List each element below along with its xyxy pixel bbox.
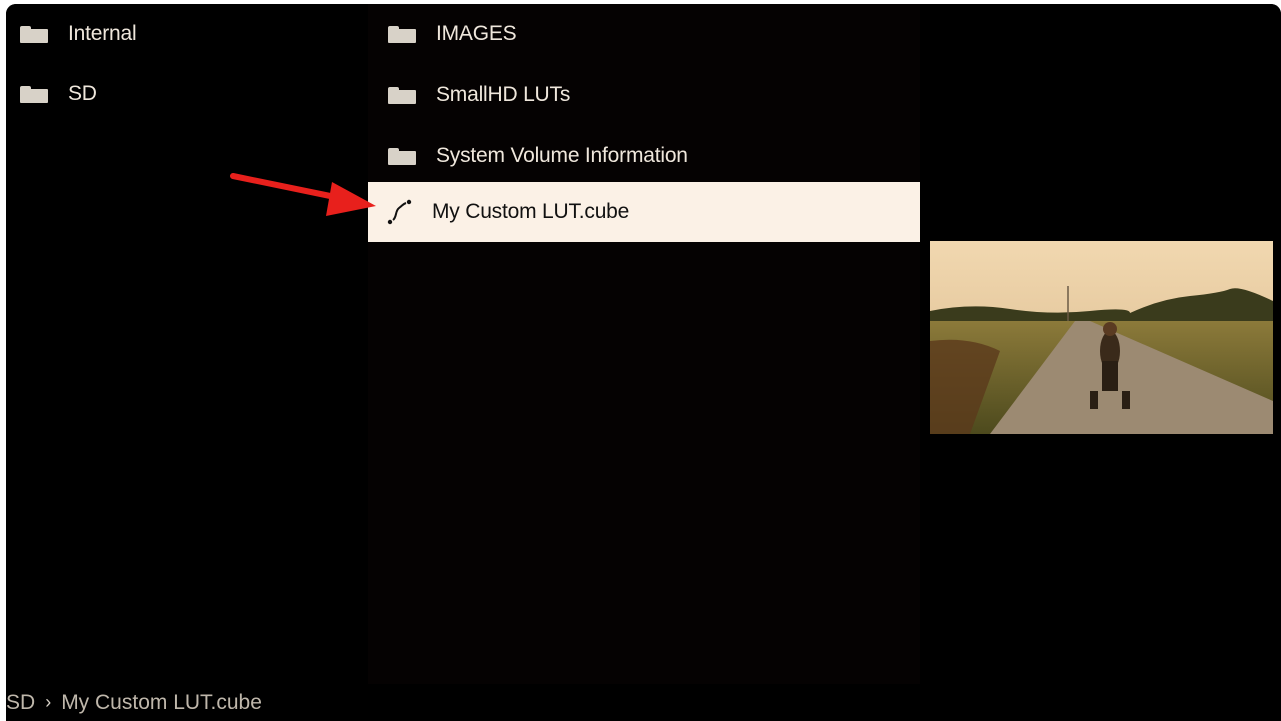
file-label: My Custom LUT.cube <box>432 200 630 223</box>
folder-sd[interactable]: SD <box>20 64 360 124</box>
folder-icon <box>20 25 48 43</box>
folder-system-volume-information[interactable]: System Volume Information <box>388 126 908 186</box>
folder-internal[interactable]: Internal <box>20 4 360 64</box>
folder-label: IMAGES <box>436 22 517 45</box>
folder-label: System Volume Information <box>436 144 688 167</box>
folder-icon <box>20 85 48 103</box>
folder-icon <box>388 86 416 104</box>
file-my-custom-lut[interactable]: My Custom LUT.cube <box>368 182 920 242</box>
breadcrumb: SD › My Custom LUT.cube <box>6 684 1281 721</box>
folder-label: SD <box>68 82 97 105</box>
folder-label: Internal <box>68 22 137 45</box>
folder-images[interactable]: IMAGES <box>388 4 908 64</box>
chevron-right-icon: › <box>45 692 52 712</box>
middle-pane: IMAGES SmallHD LUTs System Volume Inform… <box>368 4 920 684</box>
left-pane: Internal SD <box>6 4 368 684</box>
breadcrumb-item[interactable]: My Custom LUT.cube <box>61 691 262 715</box>
folder-icon <box>388 147 416 165</box>
breadcrumb-item[interactable]: SD <box>6 691 35 715</box>
folder-label: SmallHD LUTs <box>436 83 571 106</box>
lut-curve-icon <box>387 199 412 225</box>
folder-icon <box>388 25 416 43</box>
folder-smallhd-luts[interactable]: SmallHD LUTs <box>388 65 908 125</box>
preview-thumbnail <box>930 241 1273 434</box>
